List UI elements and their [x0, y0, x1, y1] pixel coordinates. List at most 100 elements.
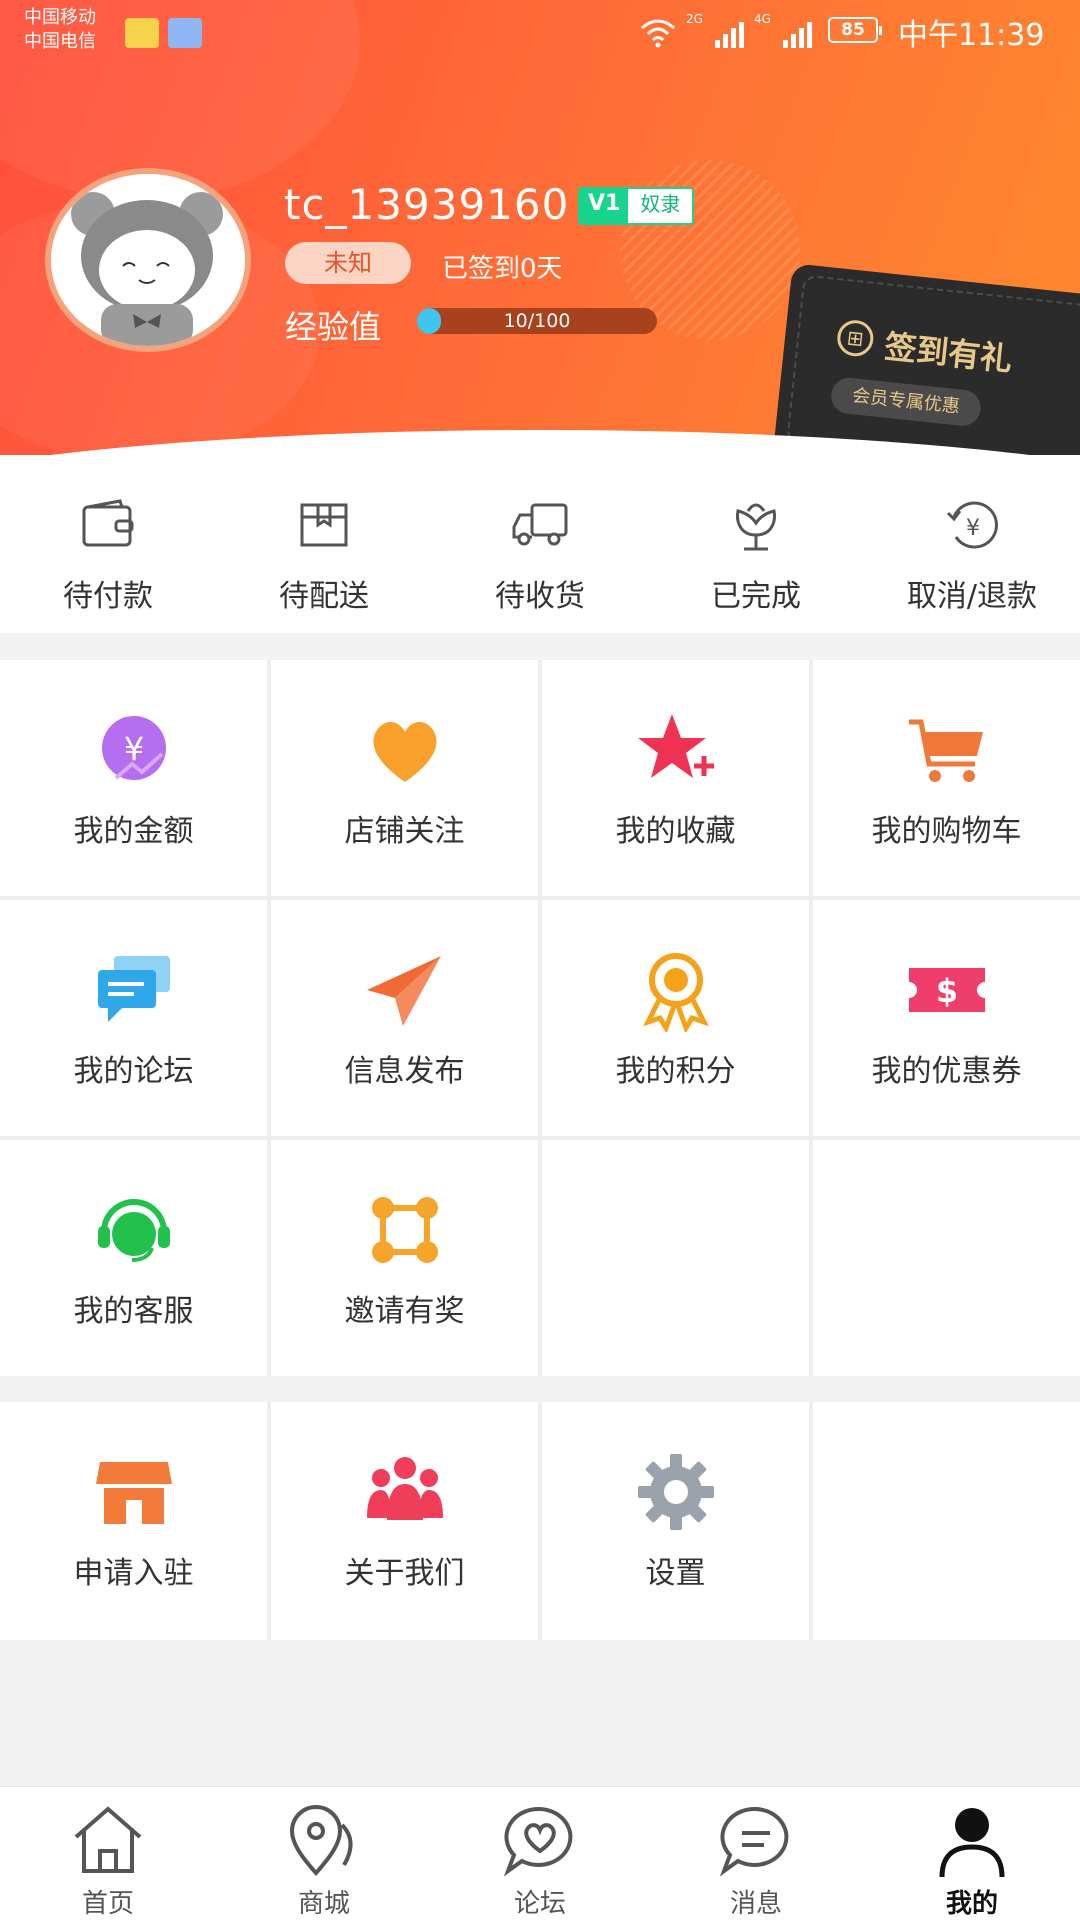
grid-item-shopping-cart[interactable]: 我的购物车 — [813, 660, 1080, 896]
box-icon — [300, 503, 348, 547]
wallet-icon — [82, 499, 134, 547]
settings-icon — [637, 1454, 714, 1530]
grid-item-label: 我的积分 — [615, 1054, 736, 1089]
tab-label: 论坛 — [513, 1889, 566, 1919]
svg-text:$: $ — [935, 972, 957, 1010]
username: tc_13939160 — [284, 180, 570, 229]
order-completed[interactable]: 已完成 — [648, 455, 864, 633]
svg-text:¥: ¥ — [123, 730, 143, 768]
notification-app-icon — [125, 18, 159, 48]
sign-in-reward-card[interactable]: ⊞ 签到有礼 会员专属优惠 — [772, 263, 1080, 455]
tab-label: 首页 — [81, 1889, 134, 1919]
order-label: 待付款 — [63, 579, 153, 614]
order-pending-receipt[interactable]: 待收货 — [432, 455, 648, 633]
order-label: 待配送 — [279, 579, 369, 614]
grid-item-customer-service[interactable]: 我的客服 — [0, 1140, 267, 1376]
forum-heart-icon — [503, 1806, 573, 1877]
cartoon-avatar-icon — [51, 174, 245, 346]
grid-item-my-balance[interactable]: ¥ 我的金额 — [0, 660, 267, 896]
signal-bars-icon — [714, 22, 744, 48]
secondary-grid: 申请入驻 关于我们 设置 — [0, 1402, 1080, 1640]
flower-icon — [736, 503, 776, 551]
feature-grid: ¥ 我的金额 店铺关注 我的收藏 我的购物车 我的论坛 信息发布 我的积分 $ … — [0, 660, 1080, 1376]
grid-item-store-follow[interactable]: 店铺关注 — [271, 660, 538, 896]
badge-icon — [642, 953, 709, 1032]
grid-item-label: 申请入驻 — [73, 1556, 194, 1591]
grid-item-invite-reward[interactable]: 邀请有奖 — [271, 1140, 538, 1376]
bottom-tab-bar: 首页 商城 论坛 消息 我的 — [0, 1786, 1080, 1921]
grid-item-settings[interactable]: 设置 — [542, 1402, 809, 1640]
grid-item-publish-info[interactable]: 信息发布 — [271, 900, 538, 1136]
store-icon — [95, 1462, 172, 1524]
order-status-bar: 待付款 待配送 待收货 已完成 ¥ 取消/退款 — [0, 455, 1080, 633]
tab-label: 我的 — [945, 1889, 998, 1919]
grid-item-label: 我的购物车 — [871, 814, 1022, 849]
grid-item-favorites[interactable]: 我的收藏 — [542, 660, 809, 896]
tab-label: 消息 — [729, 1889, 782, 1919]
notification-app-icon — [168, 18, 202, 48]
experience-progress-bar: 10/100 — [417, 308, 657, 334]
tab-home[interactable]: 首页 — [0, 1787, 216, 1921]
battery-indicator: 85 — [828, 17, 882, 43]
location-icon — [289, 1805, 353, 1876]
order-label: 待收货 — [495, 579, 585, 614]
order-cancel-refund[interactable]: ¥ 取消/退款 — [864, 455, 1080, 633]
sign-in-days: 已签到0天 — [442, 254, 563, 284]
tab-mall[interactable]: 商城 — [216, 1787, 432, 1921]
headset-icon — [97, 1199, 170, 1262]
money-icon: ¥ — [101, 716, 166, 780]
carrier-2: 中国电信 — [24, 31, 96, 52]
signal-bars-icon — [782, 22, 812, 48]
people-icon — [366, 1457, 443, 1520]
grid-item-label: 我的论坛 — [73, 1054, 194, 1089]
order-label: 取消/退款 — [906, 579, 1038, 614]
vip-level: V1 — [580, 189, 629, 223]
experience-label: 经验值 — [285, 308, 382, 346]
grid-item-apply-join[interactable]: 申请入驻 — [0, 1402, 267, 1640]
user-icon — [939, 1808, 1005, 1878]
tab-messages[interactable]: 消息 — [648, 1787, 864, 1921]
grid-item-empty — [542, 1140, 809, 1376]
order-pending-payment[interactable]: 待付款 — [0, 455, 216, 633]
svg-text:¥: ¥ — [966, 516, 980, 541]
grid-item-my-points[interactable]: 我的积分 — [542, 900, 809, 1136]
grid-item-label: 设置 — [645, 1556, 706, 1591]
carrier-info: 中国移动 中国电信 — [24, 6, 96, 54]
home-icon — [74, 1806, 142, 1873]
grid-item-label: 信息发布 — [344, 1054, 465, 1089]
order-label: 已完成 — [711, 579, 801, 614]
status-time: 中午11:39 — [898, 18, 1045, 53]
grid-item-label: 我的优惠券 — [871, 1054, 1022, 1089]
network-icon — [371, 1197, 438, 1263]
signal-indicators: 2G 4G — [640, 12, 812, 48]
grid-item-label: 店铺关注 — [344, 814, 465, 849]
tab-me[interactable]: 我的 — [864, 1787, 1080, 1921]
vip-badge: V1 奴隶 — [578, 187, 695, 225]
experience-progress-text: 10/100 — [503, 310, 571, 332]
grid-item-my-forum[interactable]: 我的论坛 — [0, 900, 267, 1136]
order-pending-delivery[interactable]: 待配送 — [216, 455, 432, 633]
tab-forum[interactable]: 论坛 — [432, 1787, 648, 1921]
vip-title: 奴隶 — [628, 189, 693, 223]
paper-plane-icon — [366, 956, 441, 1026]
refund-icon: ¥ — [946, 501, 998, 549]
star-plus-icon — [637, 714, 714, 778]
status-bar: 中国移动 中国电信 2G 4G 85 中午11:39 — [0, 0, 1080, 60]
grid-item-empty — [813, 1402, 1080, 1640]
heart-icon — [372, 721, 437, 782]
truck-icon — [512, 503, 568, 546]
grid-item-label: 邀请有奖 — [344, 1294, 465, 1329]
grid-item-my-coupons[interactable]: $ 我的优惠券 — [813, 900, 1080, 1136]
grid-item-label: 关于我们 — [344, 1556, 465, 1591]
avatar[interactable] — [45, 168, 251, 352]
grid-item-label: 我的金额 — [73, 814, 194, 849]
profile-header: 中国移动 中国电信 2G 4G 85 中午11:39 tc_13939160 V… — [0, 0, 1080, 455]
grid-item-about-us[interactable]: 关于我们 — [271, 1402, 538, 1640]
coupon-icon: $ — [908, 968, 985, 1012]
gender-badge: 未知 — [285, 242, 411, 284]
wifi-icon — [641, 19, 675, 48]
network-type-label: 2G — [686, 12, 703, 26]
network-type-label: 4G — [753, 12, 771, 26]
grid-item-label: 我的客服 — [73, 1294, 194, 1329]
message-icon — [719, 1806, 789, 1877]
